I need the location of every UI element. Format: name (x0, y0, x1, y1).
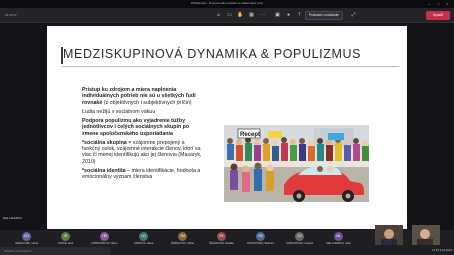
participant-name: JURČE, Aleš (58, 242, 73, 245)
paragraph-5-bold: *sociálna identita (82, 167, 126, 174)
video-thumbnail[interactable] (412, 225, 440, 245)
recept-sign-text: Recept (240, 132, 260, 138)
paragraph-4: *sociálna skupina = vzájomne prepojený a… (82, 140, 202, 166)
participant-tile[interactable]: GG GREGO MR., Hana (15, 232, 38, 246)
video-thumbnail-svg (375, 225, 403, 245)
paragraph-1-rest: (z objektívnych i subjektívnych príčin) (102, 99, 192, 106)
call-timer: 01:05:47 (5, 13, 17, 17)
avatar: GG (22, 232, 31, 241)
minimize-icon[interactable]: – (428, 1, 430, 6)
participant-tile[interactable]: RK ŘEHÁKOVÁ, Natália (210, 232, 233, 246)
people-icon[interactable]: ☺ (215, 12, 222, 18)
microphone-icon[interactable]: ● (285, 12, 292, 18)
paragraph-4-bold: *sociálna skupina (82, 139, 127, 146)
participant-tile[interactable]: GZ GAŽOVIČOVÁ, Zuzana (286, 232, 313, 246)
crowd-illustration-svg: Recept (224, 125, 369, 202)
avatar: RB (256, 232, 265, 241)
paragraph-3-bold: Podpora populizmu ako vyjadrenie túžby j… (82, 117, 190, 137)
video-thumbnail-svg (412, 225, 440, 245)
presenter-name: Mila LAFERCK (3, 216, 22, 220)
crowd-illustration: Recept (224, 125, 369, 202)
slide-title: MEDZISKUPINOVÁ DYNAMIKA & POPULIZMUS (63, 47, 362, 61)
slide-body: Prístup ku zdrojom a miera naplnenia ind… (82, 87, 202, 183)
avatar: GZ (295, 232, 304, 241)
meeting-toolbar: 01:05:47 ☺ ▭ ✋ ▦ ⋯ ▣ ● ⇡ Požiadať o ovlá… (0, 8, 454, 23)
paragraph-1: Prístup ku zdrojom a miera naplnenia ind… (82, 87, 202, 106)
leave-button[interactable]: Opustiť (426, 11, 450, 20)
paragraph-2: Ľudia nežijú v sociálnom vákuu (82, 108, 156, 115)
participant-name: LIPIČOVÁ, Dana (133, 242, 154, 245)
shared-screen-stage: MEDZISKUPINOVÁ DYNAMIKA & POPULIZMUS Prí… (0, 23, 454, 230)
chat-compose-bar[interactable]: Napíšte novú správu (0, 247, 110, 255)
participant-name: ŽIGRAYOVÁ, Mária (171, 242, 194, 245)
presentation-slide: MEDZISKUPINOVÁ DYNAMIKA & POPULIZMUS Prí… (47, 26, 407, 229)
paragraph-5: *sociálna identita – miera identifikácie… (82, 168, 202, 181)
window-titlebar: Whiteboard - Dnesomodis poliadov ie (alt… (0, 0, 454, 8)
title-divider (62, 66, 398, 67)
participant-name: ŘEHÁKOVÁ, Natália (209, 242, 234, 245)
paragraph-3: Podpora populizmu ako vyjadrenie túžby j… (82, 118, 202, 137)
chat-icon[interactable]: ▭ (226, 12, 233, 18)
avatar: LD (139, 232, 148, 241)
participant-tile[interactable]: RB RUTKOVSKÁ, Barbora (247, 232, 274, 246)
close-icon[interactable]: × (446, 1, 448, 6)
participant-name: GREGO MR., Hana (15, 242, 38, 245)
system-clock: 14:10 4.11.2021 (432, 248, 453, 252)
participant-name: GAŽOVIČOVÁ, Zuzana (285, 242, 314, 245)
avatar: HR (100, 232, 109, 241)
participant-tile[interactable]: ML Mila LAFERCK, Jane (326, 232, 351, 246)
participant-tile[interactable]: LD LIPIČOVÁ, Dana (132, 232, 155, 246)
participant-name: HORNÁČKOVÁ, Rene (91, 242, 118, 245)
participant-tile[interactable]: HR HORNÁČKOVÁ, Rene (91, 232, 118, 246)
window-title: Whiteboard - Dnesomodis poliadov ie (alt… (190, 1, 264, 5)
participant-name: Mila LAFERCK, Jane (326, 242, 351, 245)
raise-hand-icon[interactable]: ✋ (237, 12, 244, 18)
pop-out-icon[interactable]: ⤢ (350, 12, 357, 18)
chat-input-placeholder: Napíšte novú správu (4, 249, 32, 253)
avatar: JR (61, 232, 70, 241)
more-options-icon[interactable]: ⋯ (259, 12, 266, 18)
participant-tile[interactable]: JR JURČE, Aleš (54, 232, 77, 246)
video-thumbnail[interactable] (375, 225, 403, 245)
participant-tile[interactable]: ZM ŽIGRAYOVÁ, Mária (171, 232, 194, 246)
participant-name: RUTKOVSKÁ, Barbora (247, 242, 274, 245)
share-icon[interactable]: ⇡ (296, 12, 303, 18)
request-control-button[interactable]: Požiadať o ovládanie (305, 11, 343, 20)
avatar: ML (334, 232, 343, 241)
rooms-icon[interactable]: ▦ (248, 12, 255, 18)
maximize-icon[interactable]: □ (437, 1, 439, 6)
avatar: ZM (178, 232, 187, 241)
camera-icon[interactable]: ▣ (274, 12, 281, 18)
avatar: RK (217, 232, 226, 241)
